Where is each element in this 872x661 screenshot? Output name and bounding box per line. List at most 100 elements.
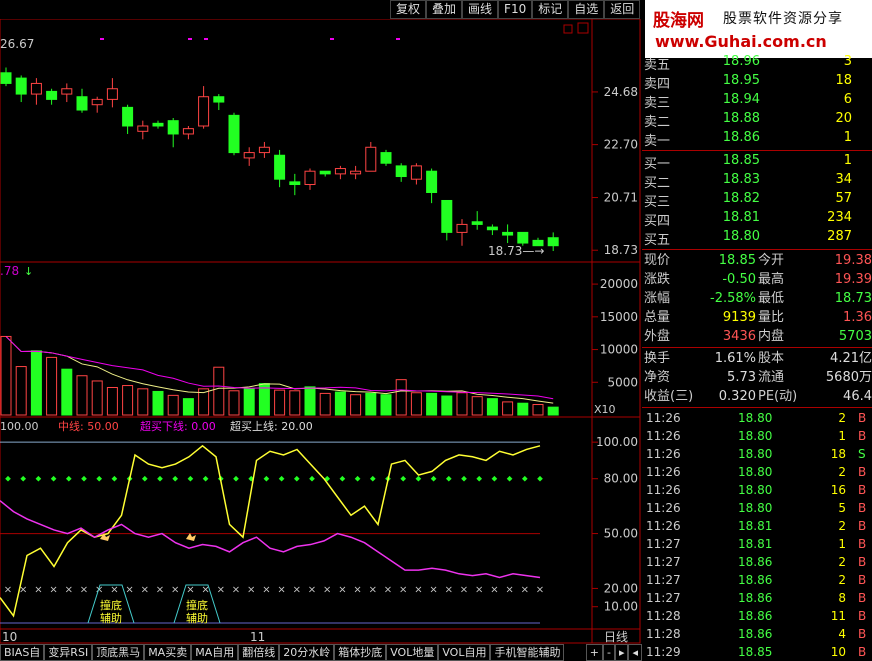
oversold-cross: × <box>308 584 316 595</box>
tick-price: 18.81 <box>738 537 773 551</box>
stat-value: 1.61% <box>714 351 756 366</box>
volume-axis-label: 20000 <box>600 277 638 291</box>
oversold-cross: × <box>232 584 240 595</box>
ob-label: 卖四 <box>644 77 671 92</box>
tick-volume: 2 <box>838 555 846 569</box>
bottom-signal-label: 撞底 <box>186 598 208 612</box>
overbought-dot <box>339 475 346 482</box>
overbought-dot <box>187 475 194 482</box>
tick-side: B <box>858 537 867 551</box>
volume-bar <box>122 385 134 416</box>
tick-time: 11:28 <box>646 609 681 623</box>
indicator-tab-6[interactable]: 20分水岭 <box>279 644 335 661</box>
indicator-tab-4[interactable]: MA自用 <box>191 644 239 661</box>
indicator-tab-8[interactable]: VOL地量 <box>386 644 439 661</box>
toolbar-button-1[interactable]: 叠加 <box>426 0 463 19</box>
indicator-tab-5[interactable]: 翻倍线 <box>238 644 280 661</box>
volume-bar <box>319 392 331 416</box>
overbought-dot <box>157 475 163 482</box>
volume-bar <box>152 390 164 416</box>
tick-volume: 11 <box>830 609 846 623</box>
volume-bar <box>532 404 544 416</box>
tick-volume: 1 <box>838 429 846 443</box>
window-maximize-icon <box>577 22 589 34</box>
ob-label: 卖二 <box>644 115 671 130</box>
overbought-dot <box>415 475 422 482</box>
logo-brand: 股海网 <box>653 11 704 31</box>
tab-scroll-button-1[interactable]: - <box>602 644 615 661</box>
candle-body <box>350 170 362 175</box>
candle-body <box>304 170 316 186</box>
tab-scroll-button-0[interactable]: + <box>585 644 603 661</box>
oversold-cross: × <box>475 584 483 595</box>
oversold-cross: × <box>505 584 513 595</box>
ob-price: 18.85 <box>722 153 760 168</box>
overbought-dot <box>369 475 376 482</box>
candle-body <box>258 146 270 154</box>
volume-bar <box>76 375 88 416</box>
date-label: 11 <box>250 630 265 644</box>
indicator-tab-7[interactable]: 箱体抄底 <box>334 644 387 661</box>
indicator-tab-0[interactable]: BIAS自 <box>0 644 45 661</box>
overbought-dot <box>263 475 270 482</box>
tick-time: 11:27 <box>646 573 681 587</box>
toolbar-button-5[interactable]: 自选 <box>568 0 605 19</box>
tick-time: 11:26 <box>646 519 681 533</box>
toolbar-button-2[interactable]: 画线 <box>462 0 499 19</box>
oversold-cross: × <box>141 584 149 595</box>
tick-time: 11:26 <box>646 501 681 515</box>
tab-scroll-button-3[interactable]: ◂ <box>628 644 642 661</box>
tab-scroll-button-2[interactable]: ▸ <box>614 644 629 661</box>
indicator-tab-9[interactable]: VOL自用 <box>438 644 491 661</box>
candle-body <box>365 146 377 172</box>
ob-price: 18.94 <box>722 92 760 107</box>
toolbar-button-0[interactable]: 复权 <box>390 0 427 19</box>
tick-price: 18.86 <box>738 627 773 641</box>
tick-volume: 2 <box>838 519 846 533</box>
candle-body <box>243 152 255 159</box>
overbought-dot <box>20 475 27 482</box>
ob-label: 买五 <box>644 233 671 248</box>
overbought-dot <box>445 475 452 482</box>
tick-time: 11:29 <box>646 645 681 659</box>
indicator-legend-item: 超买上线: 20.00 <box>230 419 313 433</box>
divider <box>642 150 872 151</box>
bid-row: 买一 18.85 1 <box>642 153 872 172</box>
candle-body <box>106 88 118 100</box>
indicator-tab-3[interactable]: MA买卖 <box>144 644 192 661</box>
ob-label: 买三 <box>644 195 671 210</box>
indicator-tab-1[interactable]: 变异RSI <box>44 644 93 661</box>
oversold-cross: × <box>262 584 270 595</box>
ob-label: 卖五 <box>644 58 671 73</box>
ob-price: 18.82 <box>722 191 760 206</box>
toolbar-button-6[interactable]: 返回 <box>604 0 641 19</box>
volume-bar <box>395 379 407 416</box>
tick-volume: 18 <box>830 447 846 461</box>
volume-multiplier-label: X10 <box>594 403 616 416</box>
overbought-dot <box>141 475 148 482</box>
candle-body <box>486 226 498 231</box>
oversold-cross: × <box>34 584 42 595</box>
tick-price: 18.80 <box>738 447 773 461</box>
indicator-tab-10[interactable]: 手机智能辅助 <box>490 644 565 661</box>
candle-body <box>228 114 240 154</box>
toolbar-button-4[interactable]: 标记 <box>532 0 569 19</box>
stat-value: 18.73 <box>834 291 872 306</box>
window-restore-icon <box>563 24 573 34</box>
indicator-axis-label: 10.00 <box>604 600 638 614</box>
ob-price: 18.95 <box>722 73 760 88</box>
overbought-dot <box>278 475 285 482</box>
tick-price: 18.80 <box>738 411 773 425</box>
toolbar-button-3[interactable]: F10 <box>498 0 533 19</box>
overbought-dot <box>400 475 407 482</box>
logo-slogan: 股票软件资源分享 <box>723 11 843 27</box>
hand-pointer-icon <box>186 533 196 541</box>
indicator-tab-2[interactable]: 顶底黑马 <box>92 644 145 661</box>
divider <box>642 249 872 250</box>
candle-body <box>410 165 422 180</box>
tick-price: 18.85 <box>738 645 773 659</box>
tick-side: B <box>858 645 867 659</box>
stat-value: 5680万 <box>825 370 872 385</box>
kline-chart-area[interactable]: 26.67 24.68 22.70 20.71 18.73 18.73—→ .78 ↓ 2000… <box>0 19 642 644</box>
candle-body <box>152 122 164 127</box>
